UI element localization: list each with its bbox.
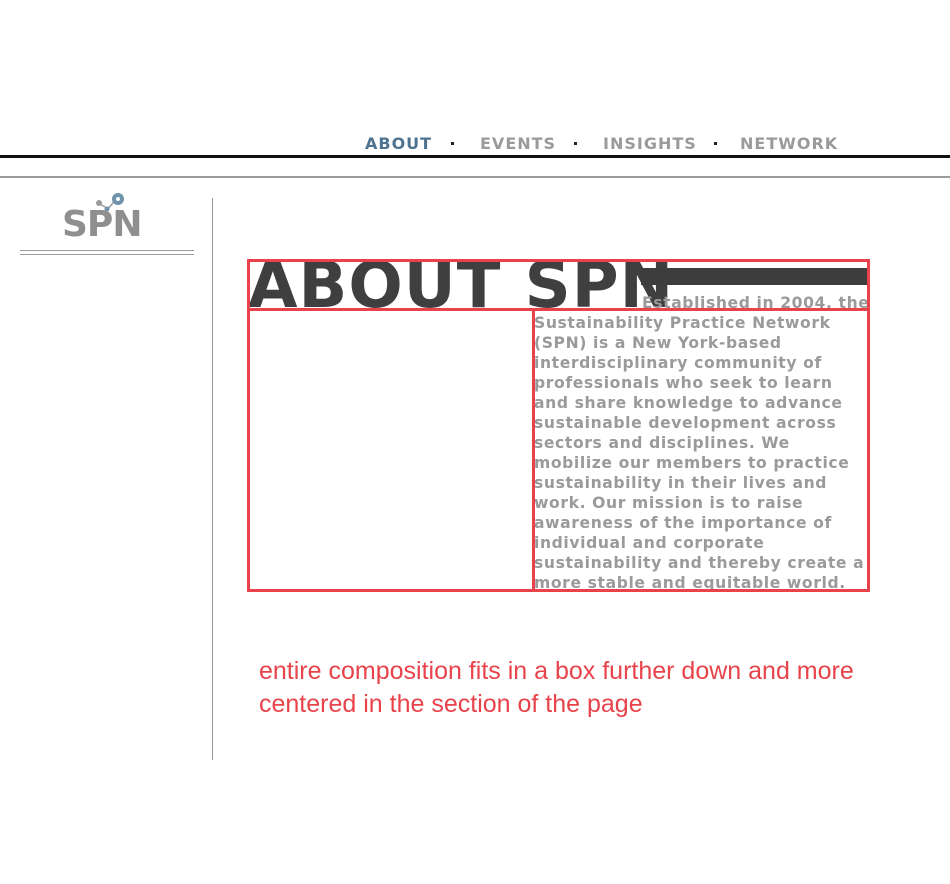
nav-separator-dot: [714, 142, 717, 145]
nav-separator-dot: [574, 142, 577, 145]
nav-insights[interactable]: INSIGHTS: [603, 134, 697, 153]
header-rule: [0, 155, 950, 158]
nav-events[interactable]: EVENTS: [480, 134, 556, 153]
nav-network[interactable]: NETWORK: [740, 134, 838, 153]
markup-box-divider: [532, 308, 535, 592]
logo-underline: [20, 254, 194, 255]
nav-about[interactable]: ABOUT: [365, 134, 432, 153]
header-rule-secondary: [0, 176, 950, 178]
nav-separator-dot: [451, 142, 454, 145]
markup-box-title: [247, 259, 870, 311]
logo-underline: [20, 250, 194, 251]
markup-annotation-note: entire composition fits in a box further…: [259, 657, 854, 718]
spn-logo[interactable]: SPN: [60, 190, 150, 250]
main-nav: ABOUT EVENTS INSIGHTS NETWORK: [0, 130, 950, 156]
logo-wordmark: SPN: [62, 204, 142, 245]
sidebar-divider: [212, 198, 213, 760]
